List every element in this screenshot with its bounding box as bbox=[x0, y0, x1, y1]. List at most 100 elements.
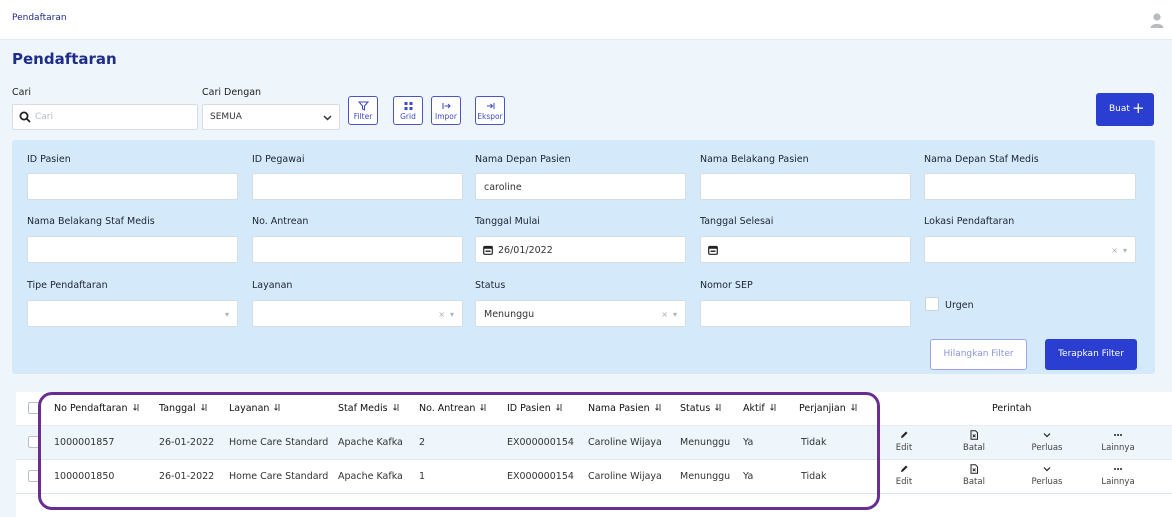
start-date-input[interactable]: 26/01/2022 bbox=[475, 236, 686, 263]
cancel-button[interactable]: Batal bbox=[954, 464, 994, 487]
col-header-commands: Perintah bbox=[992, 403, 1032, 414]
search-input[interactable] bbox=[35, 109, 185, 125]
end-date-label: Tanggal Selesai bbox=[700, 216, 774, 227]
apply-filter-button[interactable]: Terapkan Filter bbox=[1045, 339, 1137, 370]
col-header-label: Nama Pasien bbox=[588, 403, 650, 414]
col-header-status[interactable]: Status bbox=[680, 403, 722, 414]
edit-button[interactable]: Edit bbox=[884, 430, 924, 453]
table-row[interactable]: 1000001857 26-01-2022 Home Care Standard… bbox=[16, 426, 1172, 460]
reg-type-select[interactable]: ▾ bbox=[27, 300, 238, 327]
edit-button[interactable]: Edit bbox=[884, 464, 924, 487]
calendar-icon bbox=[708, 245, 718, 255]
clear-chevron-icon[interactable]: × ▾ bbox=[438, 310, 454, 319]
create-button[interactable]: Buat + bbox=[1096, 93, 1154, 126]
cell-patient-id: EX000000154 bbox=[507, 437, 574, 448]
cell-service: Home Care Standard bbox=[229, 471, 329, 482]
col-header-active[interactable]: Aktif bbox=[743, 403, 777, 414]
patient-first-name-input[interactable]: caroline bbox=[475, 173, 686, 200]
expand-label: Perluas bbox=[1031, 443, 1063, 453]
filter-icon bbox=[357, 101, 369, 111]
row-checkbox[interactable] bbox=[28, 470, 40, 482]
more-label: Lainnya bbox=[1101, 443, 1135, 453]
more-button[interactable]: Lainnya bbox=[1098, 464, 1138, 487]
search-label: Cari bbox=[12, 87, 31, 98]
sep-no-input[interactable] bbox=[700, 300, 911, 327]
sort-icon bbox=[715, 404, 721, 411]
cell-agreement: Tidak bbox=[801, 437, 827, 448]
col-header-staff[interactable]: Staf Medis bbox=[338, 403, 400, 414]
end-date-input[interactable] bbox=[700, 236, 911, 263]
table-row[interactable]: 1000001850 26-01-2022 Home Care Standard… bbox=[16, 460, 1172, 494]
col-header-patient-name[interactable]: Nama Pasien bbox=[588, 403, 662, 414]
import-button-label: Impor bbox=[435, 112, 457, 121]
urgent-checkbox[interactable] bbox=[925, 297, 939, 311]
export-icon bbox=[486, 103, 494, 109]
col-header-label: Aktif bbox=[743, 403, 765, 414]
patient-last-name-input[interactable] bbox=[700, 173, 911, 200]
col-header-service[interactable]: Layanan bbox=[229, 403, 281, 414]
col-header-label: Tanggal bbox=[159, 403, 196, 414]
chevron-down-icon bbox=[1043, 433, 1051, 438]
breadcrumb[interactable]: Pendaftaran bbox=[12, 13, 67, 23]
sort-icon bbox=[555, 404, 562, 411]
col-header-no[interactable]: No Pendaftaran bbox=[54, 403, 140, 414]
expand-button[interactable]: Perluas bbox=[1027, 430, 1067, 453]
create-button-label: Buat bbox=[1109, 104, 1130, 114]
cell-active: Ya bbox=[743, 437, 754, 448]
cell-staff: Apache Kafka bbox=[338, 437, 403, 448]
cell-agreement: Tidak bbox=[801, 471, 827, 482]
cancel-button[interactable]: Batal bbox=[954, 430, 994, 453]
employee-id-input[interactable] bbox=[252, 173, 463, 200]
staff-first-name-input[interactable] bbox=[924, 173, 1136, 200]
search-by-select[interactable]: SEMUA bbox=[202, 104, 340, 130]
clear-chevron-icon[interactable]: × ▾ bbox=[1111, 246, 1127, 255]
export-button[interactable]: Ekspor bbox=[475, 96, 505, 125]
cell-queue: 1 bbox=[419, 471, 426, 482]
col-header-label: No Pendaftaran bbox=[54, 403, 128, 414]
table-header: No Pendaftaran Tanggal Layanan Staf Medi… bbox=[16, 392, 1172, 426]
queue-no-input[interactable] bbox=[252, 236, 463, 263]
cell-patient-name: Caroline Wijaya bbox=[588, 437, 662, 448]
col-header-patient-id[interactable]: ID Pasien bbox=[507, 403, 563, 414]
status-label: Status bbox=[475, 280, 506, 291]
sort-icon bbox=[392, 404, 399, 411]
grid-button[interactable]: Grid bbox=[393, 96, 423, 125]
sort-icon bbox=[769, 404, 776, 411]
cell-staff: Apache Kafka bbox=[338, 471, 403, 482]
cell-queue: 2 bbox=[419, 437, 426, 448]
col-header-agreement[interactable]: Perjanjian bbox=[799, 403, 858, 414]
sep-no-label: Nomor SEP bbox=[700, 280, 753, 291]
chevron-down-icon: ▾ bbox=[224, 310, 229, 319]
import-icon bbox=[442, 103, 451, 109]
cancel-label: Batal bbox=[963, 443, 985, 453]
page-title: Pendaftaran bbox=[12, 50, 117, 68]
user-icon[interactable] bbox=[1150, 12, 1164, 28]
pencil-icon bbox=[901, 465, 908, 472]
col-header-label: Status bbox=[680, 403, 711, 414]
edit-label: Edit bbox=[895, 443, 913, 453]
col-header-date[interactable]: Tanggal bbox=[159, 403, 208, 414]
location-select[interactable]: × ▾ bbox=[924, 236, 1136, 263]
import-button[interactable]: Impor bbox=[431, 96, 461, 125]
clear-chevron-icon[interactable]: × ▾ bbox=[661, 310, 677, 319]
staff-last-name-input[interactable] bbox=[27, 236, 238, 263]
status-select[interactable]: Menunggu × ▾ bbox=[475, 300, 686, 327]
service-select[interactable]: × ▾ bbox=[252, 300, 463, 327]
staff-last-name-label: Nama Belakang Staf Medis bbox=[27, 216, 155, 227]
col-header-queue[interactable]: No. Antrean bbox=[419, 403, 487, 414]
cell-service: Home Care Standard bbox=[229, 437, 329, 448]
employee-id-label: ID Pegawai bbox=[252, 154, 305, 165]
grid-button-label: Grid bbox=[400, 112, 416, 121]
cell-reg-no: 1000001857 bbox=[54, 437, 115, 448]
col-header-label: Layanan bbox=[229, 403, 270, 414]
more-button[interactable]: Lainnya bbox=[1098, 430, 1138, 453]
row-checkbox[interactable] bbox=[28, 436, 40, 448]
patient-id-label: ID Pasien bbox=[27, 154, 71, 165]
select-all-checkbox[interactable] bbox=[28, 402, 40, 414]
patient-id-input[interactable] bbox=[27, 173, 238, 200]
clear-filter-button[interactable]: Hilangkan Filter bbox=[930, 339, 1027, 370]
filter-button[interactable]: Filter bbox=[348, 96, 378, 125]
start-date-value: 26/01/2022 bbox=[498, 245, 553, 256]
sort-icon bbox=[200, 404, 207, 411]
expand-button[interactable]: Perluas bbox=[1027, 464, 1067, 487]
